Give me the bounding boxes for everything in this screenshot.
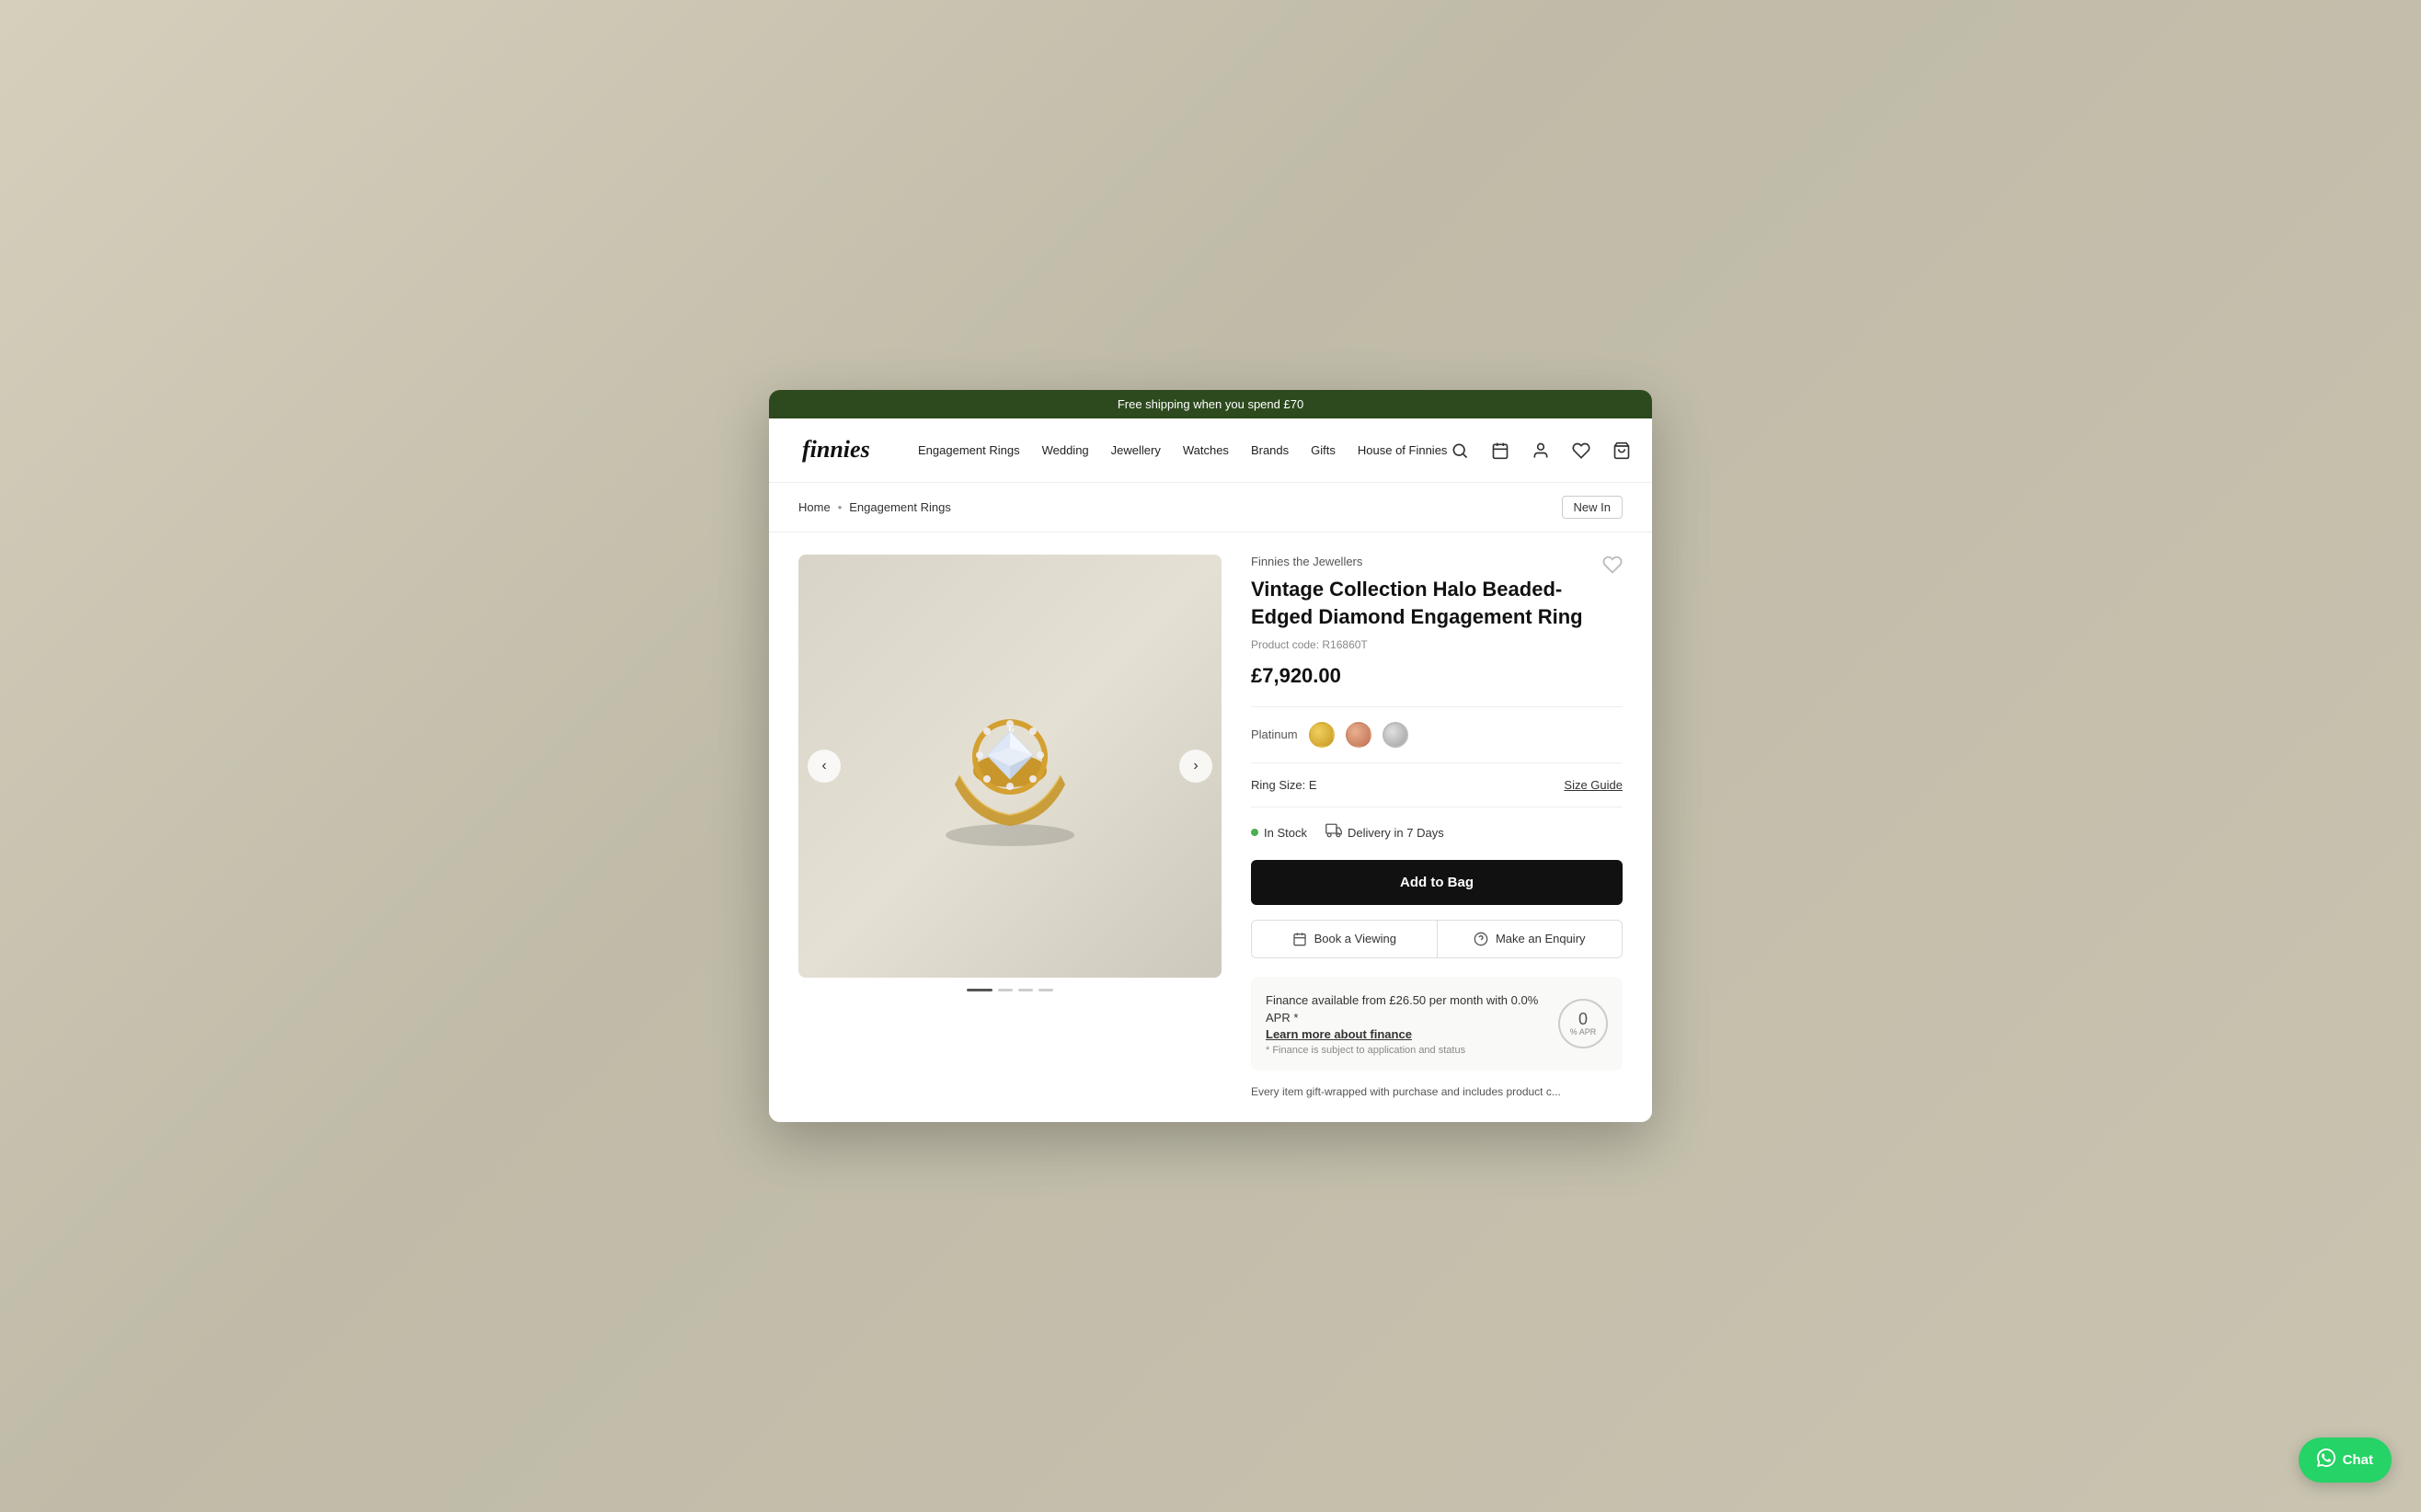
main-content: ‹ — [769, 533, 1652, 1121]
logo[interactable]: finnies — [798, 430, 881, 471]
metal-selector: Platinum — [1251, 722, 1623, 748]
metal-label: Platinum — [1251, 727, 1298, 741]
image-prev-button[interactable]: ‹ — [808, 750, 841, 783]
secondary-actions: Book a Viewing Make an Enquiry — [1251, 920, 1623, 958]
product-price: £7,920.00 — [1251, 664, 1623, 688]
apr-number: 0 — [1578, 1011, 1588, 1027]
nav-wedding[interactable]: Wedding — [1042, 443, 1089, 457]
delivery-icon — [1325, 822, 1342, 843]
new-in-badge[interactable]: New In — [1562, 496, 1623, 519]
nav-watches[interactable]: Watches — [1183, 443, 1229, 457]
wishlist-icon[interactable] — [1568, 438, 1594, 464]
search-icon[interactable] — [1447, 438, 1473, 464]
breadcrumb-home[interactable]: Home — [798, 500, 831, 514]
delivery-label: Delivery in 7 Days — [1348, 826, 1444, 840]
calendar-small-icon — [1292, 932, 1307, 946]
image-dots — [798, 989, 1222, 991]
delivery-info: Delivery in 7 Days — [1325, 822, 1444, 843]
nav-house-of-finnies[interactable]: House of Finnies — [1358, 443, 1448, 457]
image-dot-1[interactable] — [967, 989, 992, 991]
wishlist-button[interactable] — [1602, 555, 1623, 580]
gift-text: Every item gift-wrapped with purchase an… — [1251, 1083, 1623, 1100]
image-dot-3[interactable] — [1018, 989, 1033, 991]
finance-info: Finance available from £26.50 per month … — [1266, 991, 1558, 1056]
ring-size-row: Ring Size: E Size Guide — [1251, 778, 1623, 792]
metal-yellow[interactable] — [1309, 722, 1335, 748]
book-viewing-button[interactable]: Book a Viewing — [1252, 921, 1438, 957]
stock-row: In Stock Delivery in 7 Days — [1251, 822, 1623, 843]
product-image — [798, 555, 1222, 978]
in-stock-label: In Stock — [1264, 826, 1307, 840]
svg-text:finnies: finnies — [802, 436, 870, 463]
divider-2 — [1251, 762, 1623, 763]
logo-svg[interactable]: finnies — [798, 430, 881, 466]
make-enquiry-label: Make an Enquiry — [1496, 932, 1586, 945]
product-brand: Finnies the Jewellers — [1251, 555, 1623, 568]
nav-brands[interactable]: Brands — [1251, 443, 1289, 457]
size-guide-link[interactable]: Size Guide — [1564, 778, 1623, 792]
nav-gifts[interactable]: Gifts — [1311, 443, 1336, 457]
make-enquiry-button[interactable]: Make an Enquiry — [1438, 921, 1623, 957]
add-to-bag-button[interactable]: Add to Bag — [1251, 860, 1623, 905]
metal-white[interactable] — [1383, 722, 1408, 748]
apr-label: % APR — [1570, 1027, 1597, 1037]
bag-icon[interactable] — [1609, 438, 1635, 464]
finance-note: * Finance is subject to application and … — [1266, 1045, 1558, 1056]
image-dot-4[interactable] — [1038, 989, 1053, 991]
announcement-bar: Free shipping when you spend £70 — [769, 390, 1652, 418]
product-code: Product code: R16860T — [1251, 638, 1623, 651]
breadcrumb-bar: Home • Engagement Rings New In — [769, 483, 1652, 533]
breadcrumb: Home • Engagement Rings — [798, 500, 951, 514]
product-title: Vintage Collection Halo Beaded-Edged Dia… — [1251, 576, 1623, 630]
finance-text: Finance available from £26.50 per month … — [1266, 991, 1558, 1027]
product-details-header: Finnies the Jewellers — [1251, 555, 1623, 568]
question-icon — [1474, 932, 1488, 946]
ring-illustration — [890, 674, 1130, 858]
finance-learn-link[interactable]: Learn more about finance — [1266, 1027, 1558, 1041]
metal-rose[interactable] — [1346, 722, 1371, 748]
product-details: Finnies the Jewellers Vintage Collection… — [1251, 555, 1623, 1099]
product-image-section: ‹ — [798, 555, 1222, 1099]
calendar-icon[interactable] — [1487, 438, 1513, 464]
divider-1 — [1251, 706, 1623, 707]
account-icon[interactable] — [1528, 438, 1554, 464]
apr-badge: 0 % APR — [1558, 999, 1608, 1048]
nav-jewellery[interactable]: Jewellery — [1111, 443, 1161, 457]
header-icons — [1447, 438, 1635, 464]
divider-3 — [1251, 807, 1623, 808]
nav-engagement-rings[interactable]: Engagement Rings — [918, 443, 1020, 457]
image-dot-2[interactable] — [998, 989, 1013, 991]
header: finnies Engagement Rings Wedding Jewelle… — [769, 418, 1652, 483]
finance-box: Finance available from £26.50 per month … — [1251, 977, 1623, 1071]
product-image-container: ‹ — [798, 555, 1222, 978]
main-nav: Engagement Rings Wedding Jewellery Watch… — [918, 443, 1447, 457]
stock-dot — [1251, 829, 1258, 836]
breadcrumb-separator: • — [838, 500, 843, 514]
book-viewing-label: Book a Viewing — [1314, 932, 1396, 945]
ring-size-label: Ring Size: E — [1251, 778, 1317, 792]
breadcrumb-current: Engagement Rings — [849, 500, 951, 514]
announcement-text: Free shipping when you spend £70 — [1118, 397, 1303, 411]
in-stock-indicator: In Stock — [1251, 826, 1307, 840]
image-next-button[interactable]: › — [1179, 750, 1212, 783]
